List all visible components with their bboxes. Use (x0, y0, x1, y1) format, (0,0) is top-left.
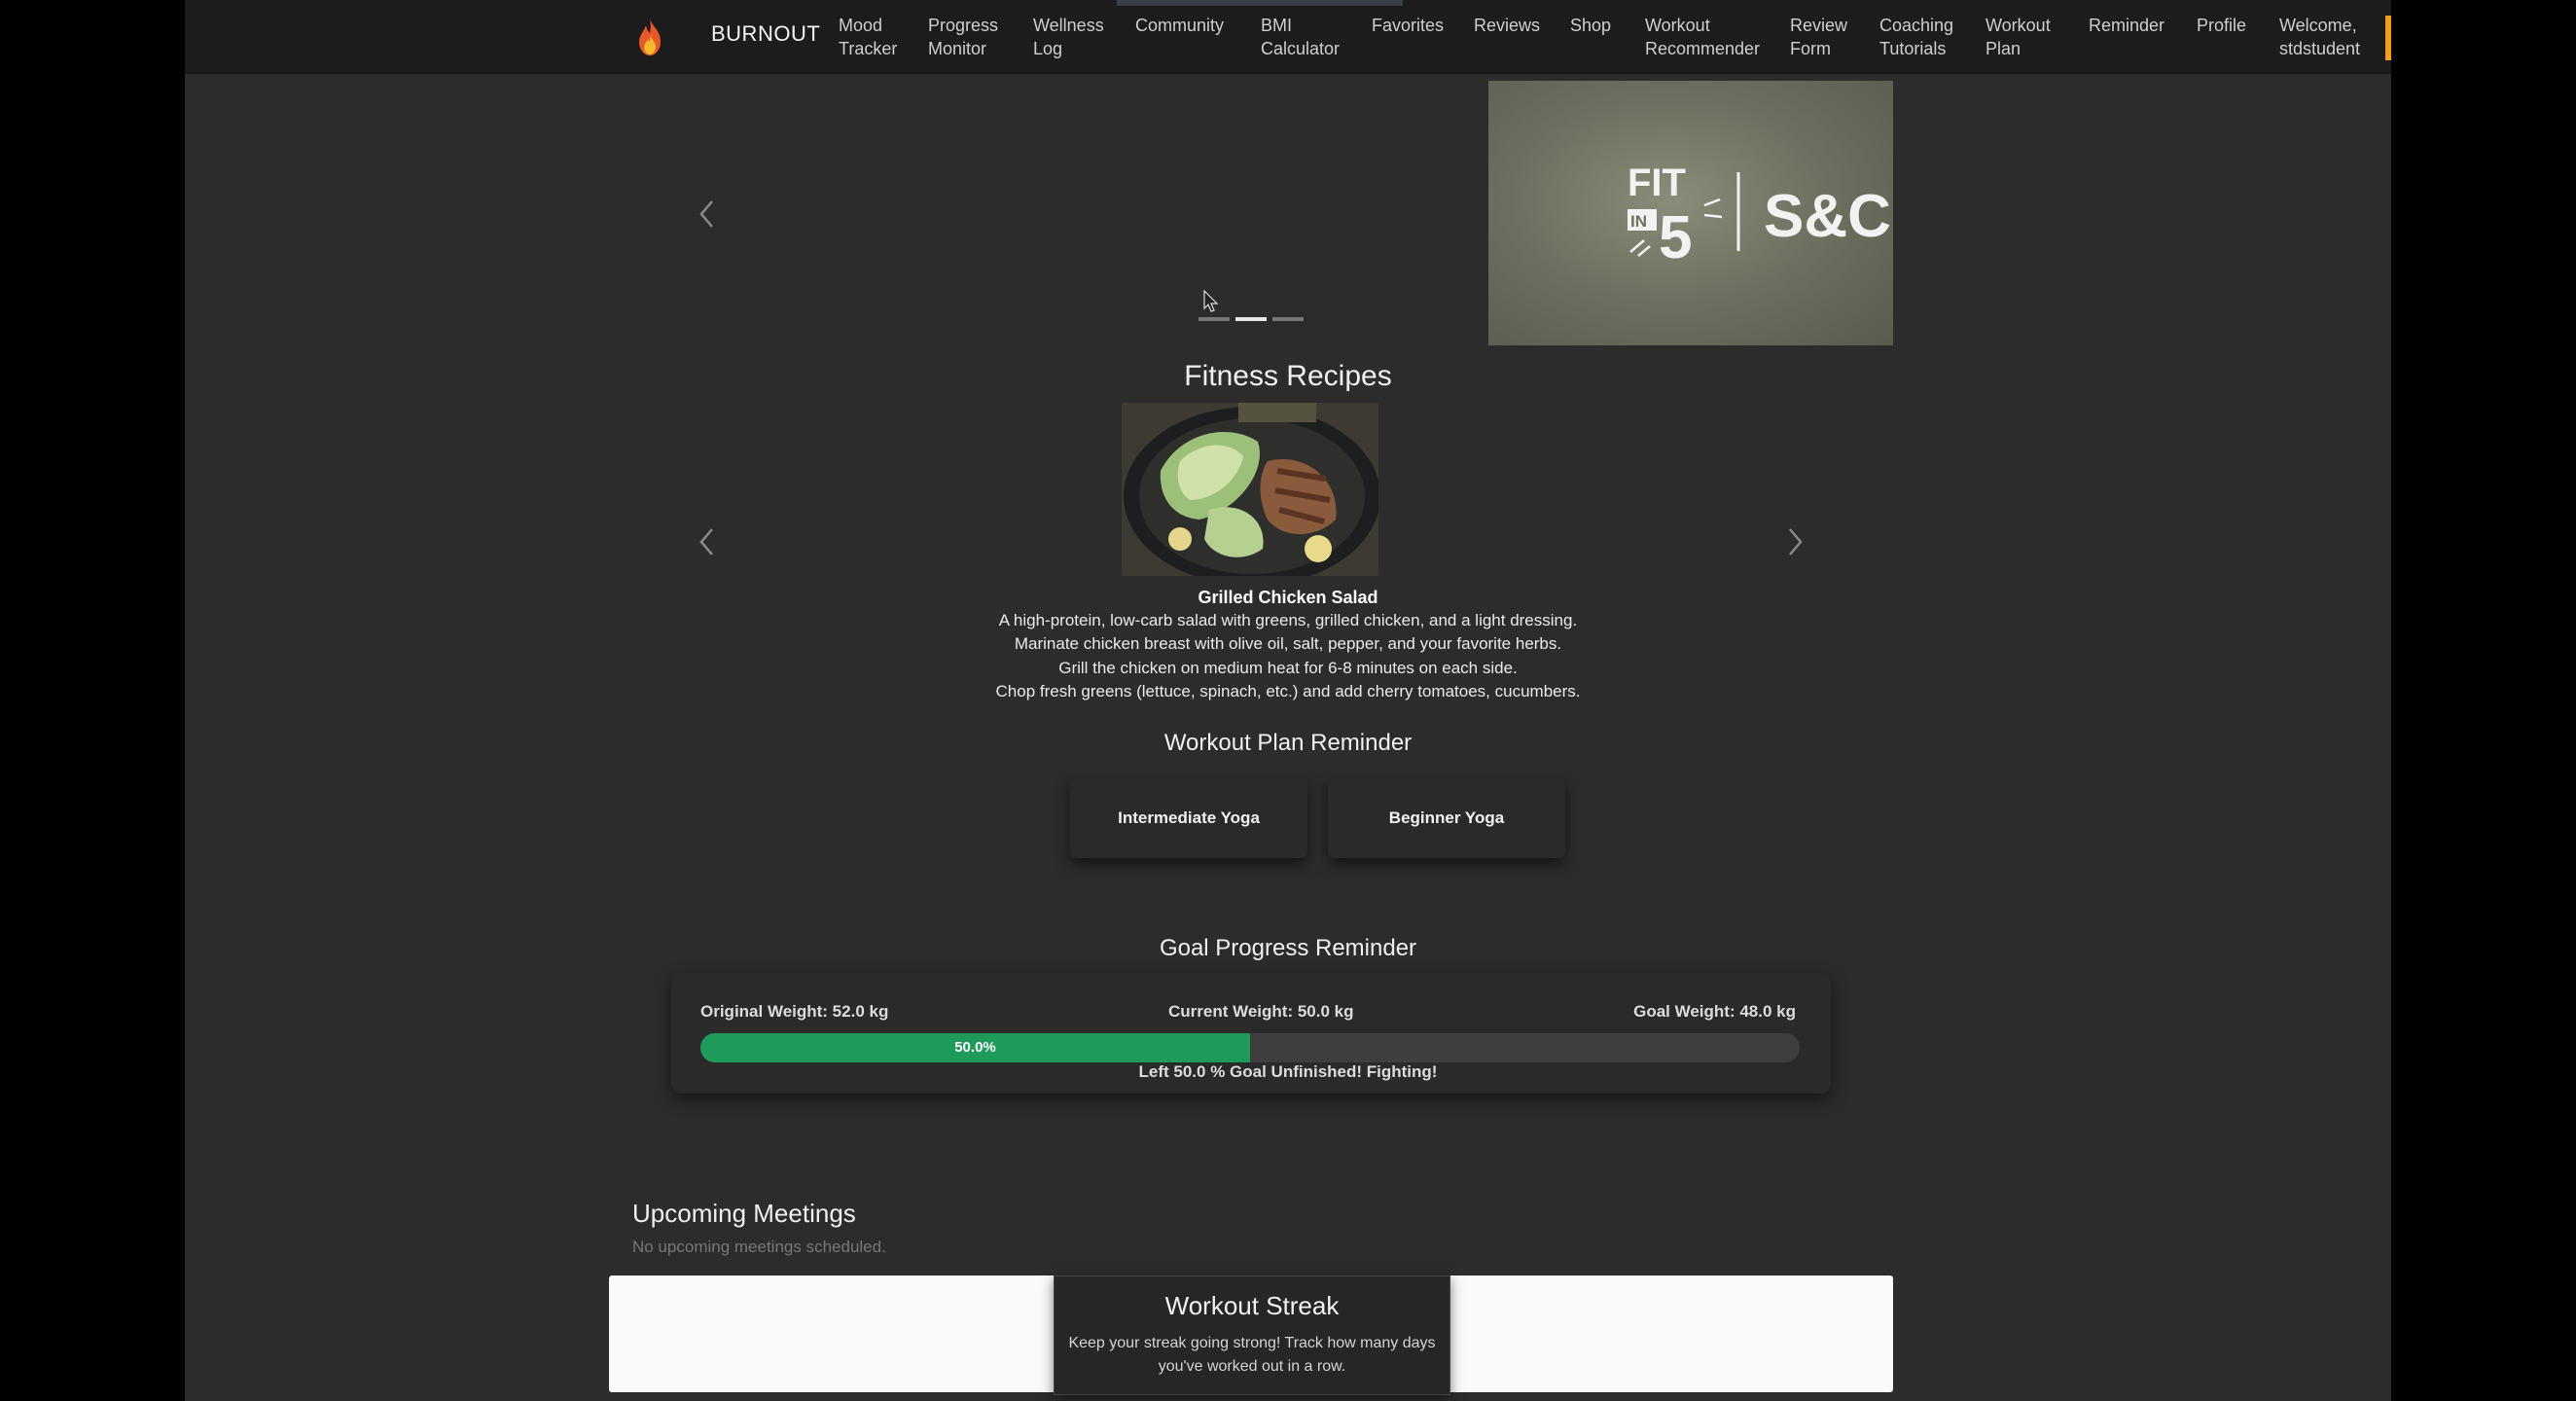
nav-welcome-user[interactable]: Welcome, stdstudent (2279, 14, 2360, 60)
nav-shop[interactable]: Shop (1570, 14, 1611, 37)
plan-card-beginner-yoga[interactable]: Beginner Yoga (1328, 778, 1565, 858)
recipe-description-line: Grill the chicken on medium heat for 6-8… (1058, 659, 1518, 677)
nav-coaching-tutorials[interactable]: Coaching Tutorials (1879, 14, 1953, 60)
app-container: BURNOUT Mood Tracker Progress Monitor We… (185, 0, 2391, 1401)
recipe-description-line: Chop fresh greens (lettuce, spinach, etc… (995, 682, 1581, 700)
workout-streak-description: Keep your streak going strong! Track how… (1068, 1335, 1436, 1375)
current-weight-label: Current Weight: 50.0 kg (1168, 1002, 1354, 1021)
carousel-dot-1[interactable] (1199, 317, 1230, 321)
svg-text:5: 5 (1659, 204, 1692, 271)
nav-reviews[interactable]: Reviews (1474, 14, 1540, 37)
nav-reminder[interactable]: Reminder (2089, 14, 2165, 37)
svg-text:IN: IN (1630, 212, 1647, 231)
recipes-title: Fitness Recipes (1184, 360, 1392, 392)
nav-review-form[interactable]: Review Form (1790, 14, 1847, 60)
svg-text:S&C: S&C (1764, 183, 1891, 250)
nav-mood-tracker[interactable]: Mood Tracker (839, 14, 897, 60)
upcoming-meetings-title: Upcoming Meetings (632, 1199, 856, 1228)
workout-streak-card[interactable]: Workout Streak Keep your streak going st… (1054, 1275, 1450, 1395)
goal-progress-bar: 50.0% (700, 1033, 1800, 1062)
brand-name[interactable]: BURNOUT (711, 21, 820, 47)
nav-accent-bar (2385, 16, 2391, 60)
recipe-next-arrow-icon[interactable] (1784, 526, 1806, 557)
nav-highlight-strip (1117, 0, 1403, 6)
nav-community[interactable]: Community (1135, 14, 1224, 37)
plan-card-intermediate-yoga[interactable]: Intermediate Yoga (1070, 778, 1307, 858)
workout-plan-title: Workout Plan Reminder (1163, 730, 1413, 756)
mouse-cursor-icon (1203, 290, 1219, 312)
top-navbar: BURNOUT Mood Tracker Progress Monitor We… (185, 0, 2391, 74)
original-weight-label: Original Weight: 52.0 kg (700, 1002, 889, 1021)
nav-progress-monitor[interactable]: Progress Monitor (928, 14, 998, 60)
nav-favorites[interactable]: Favorites (1372, 14, 1444, 37)
nav-profile[interactable]: Profile (2197, 14, 2246, 37)
flame-logo-icon[interactable] (634, 18, 665, 56)
workout-streak-title: Workout Streak (1164, 1291, 1340, 1320)
goal-status-message: Left 50.0 % Goal Unfinished! Fighting! (1138, 1062, 1438, 1081)
nav-wellness-log[interactable]: Wellness Log (1033, 14, 1104, 60)
goal-progress-fill: 50.0% (700, 1033, 1250, 1062)
recipe-description-line: A high-protein, low-carb salad with gree… (998, 611, 1578, 629)
nav-workout-plan[interactable]: Workout Plan (1986, 14, 2051, 60)
fit-in-5-sc-logo-icon: FIT IN 5 S&C (1628, 162, 1891, 271)
banner-prev-arrow-icon[interactable] (697, 198, 718, 230)
goal-progress-title: Goal Progress Reminder (1159, 935, 1417, 961)
recipe-image (1122, 403, 1378, 576)
recipe-description-line: Marinate chicken breast with olive oil, … (1014, 634, 1562, 653)
nav-workout-recommender[interactable]: Workout Recommender (1645, 14, 1760, 60)
goal-weight-label: Goal Weight: 48.0 kg (1633, 1002, 1796, 1021)
recipe-prev-arrow-icon[interactable] (697, 526, 718, 557)
svg-text:FIT: FIT (1628, 162, 1686, 204)
recipe-name: Grilled Chicken Salad (1198, 588, 1378, 607)
carousel-dot-2[interactable] (1235, 317, 1267, 321)
no-meetings-text: No upcoming meetings scheduled. (632, 1238, 886, 1256)
banner-slide[interactable]: FIT IN 5 S&C (1488, 81, 1893, 345)
carousel-dot-3[interactable] (1272, 317, 1304, 321)
nav-bmi-calculator[interactable]: BMI Calculator (1261, 14, 1340, 60)
